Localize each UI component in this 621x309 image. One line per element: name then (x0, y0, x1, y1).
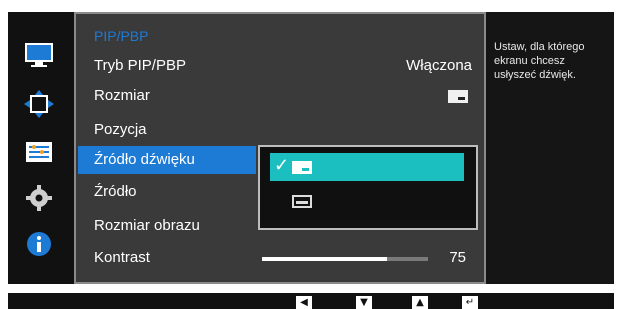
menu-item-contrast[interactable]: Kontrast 75 (78, 244, 484, 272)
menu-item-label: Źródło (94, 183, 137, 200)
contrast-slider-fill (262, 257, 387, 261)
sound-source-popup: ✓ (258, 145, 478, 230)
menu-item-pip-pbp-mode[interactable]: Tryb PIP/PBP Włączona (78, 52, 484, 80)
left-arrow-icon[interactable]: ◀ (296, 296, 312, 309)
menu-item-label: Kontrast (94, 249, 150, 266)
osd-menu: PIP/PBP Tryb PIP/PBP Włączona Rozmiar Po… (8, 12, 614, 284)
contrast-slider[interactable] (262, 257, 428, 261)
gear-icon[interactable] (22, 184, 56, 212)
contrast-value: 75 (449, 249, 466, 266)
bottom-button-bar: ◀ ▼ ▲ ↵ (8, 293, 614, 309)
menu-item-size[interactable]: Rozmiar (78, 82, 484, 110)
checkmark-icon: ✓ (274, 155, 290, 175)
menu-item-label: Źródło dźwięku (94, 151, 195, 168)
option-sub-screen-audio[interactable] (270, 187, 464, 215)
menu-item-position[interactable]: Pozycja (78, 116, 484, 144)
enter-icon[interactable]: ↵ (462, 296, 478, 309)
menu-item-label: Rozmiar (94, 87, 150, 104)
settings-list-icon[interactable] (22, 138, 56, 166)
up-arrow-icon[interactable]: ▲ (412, 296, 428, 309)
menu-item-sound-source[interactable]: Źródło dźwięku (78, 146, 256, 174)
down-arrow-icon[interactable]: ▼ (356, 296, 372, 309)
sidebar (8, 12, 72, 284)
option-main-screen-audio[interactable]: ✓ (270, 153, 464, 181)
info-icon[interactable] (22, 230, 56, 258)
panel-title: PIP/PBP (94, 28, 149, 44)
monitor-icon[interactable] (22, 42, 56, 70)
pip-size-icon (448, 90, 468, 103)
help-panel: Ustaw, dla którego ekranu chcesz usłysze… (486, 12, 614, 284)
menu-item-label: Rozmiar obrazu (94, 217, 200, 234)
resize-arrows-icon[interactable] (22, 90, 56, 118)
menu-item-value: Włączona (406, 57, 472, 74)
help-text: Ustaw, dla którego ekranu chcesz usłysze… (494, 41, 585, 81)
menu-item-label: Tryb PIP/PBP (94, 57, 186, 74)
pip-sub-icon (292, 195, 312, 208)
pip-main-icon (292, 161, 312, 174)
menu-item-label: Pozycja (94, 121, 147, 138)
